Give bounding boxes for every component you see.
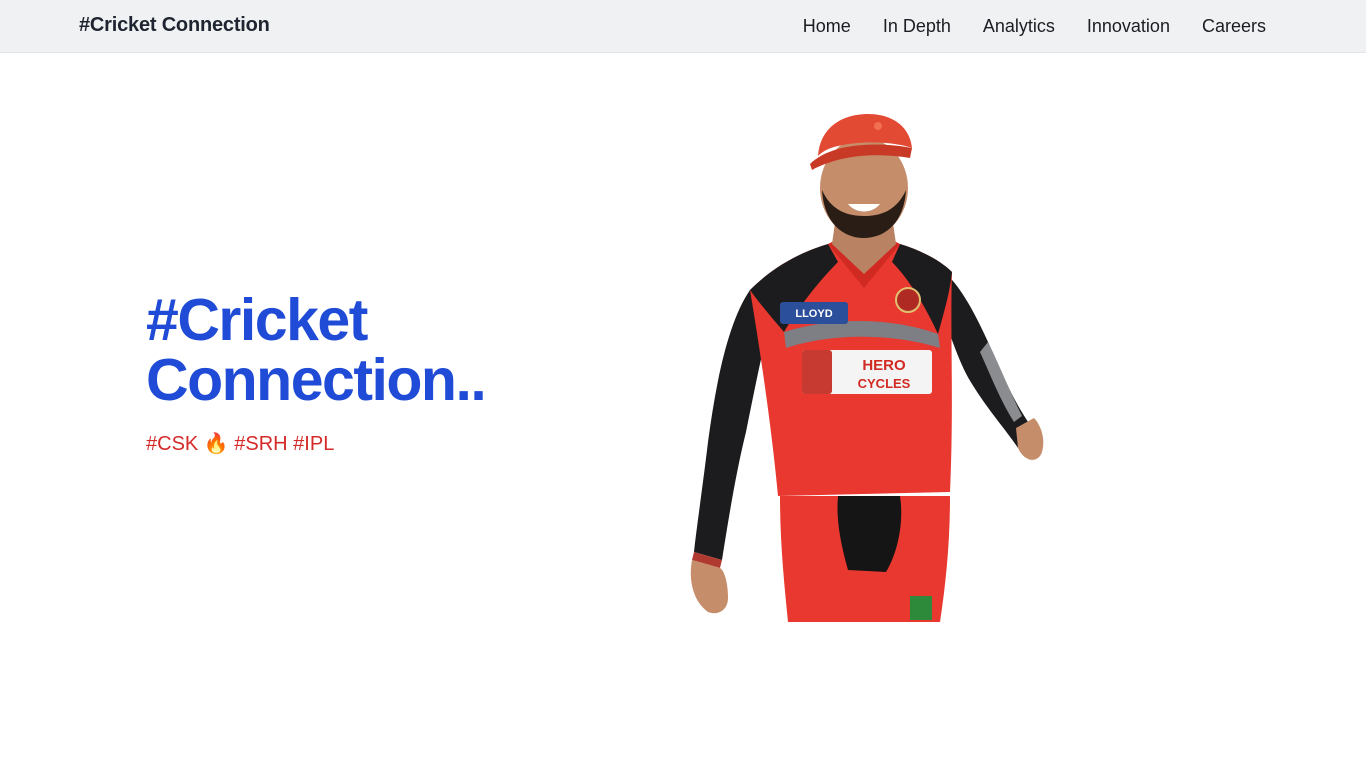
svg-text:CYCLES: CYCLES	[858, 376, 911, 391]
hero-hashtags: #CSK 🔥 #SRH #IPL	[146, 433, 335, 455]
hero-section: #Cricket Connection.. #CSK 🔥 #SRH #IPL	[146, 290, 566, 456]
brand-logo-link[interactable]: #Cricket Connection	[79, 14, 270, 37]
nav-links: Home In Depth Analytics Innovation Caree…	[771, 0, 1266, 53]
navbar: #Cricket Connection Home In Depth Analyt…	[0, 0, 1366, 53]
nav-link-in-depth[interactable]: In Depth	[883, 16, 951, 37]
hero-title-line-1: #Cricket	[146, 287, 368, 353]
hero-title: #Cricket Connection..	[146, 290, 566, 410]
cricket-player-image: HERO CYCLES LLOYD	[690, 114, 1044, 622]
nav-link-home[interactable]: Home	[803, 16, 851, 37]
hero-title-line-2: Connection..	[146, 347, 487, 413]
svg-text:LLOYD: LLOYD	[795, 308, 832, 320]
svg-text:HERO: HERO	[862, 357, 906, 374]
nav-link-innovation[interactable]: Innovation	[1087, 16, 1170, 37]
nav-link-careers[interactable]: Careers	[1202, 16, 1266, 37]
nav-link-analytics[interactable]: Analytics	[983, 16, 1055, 37]
